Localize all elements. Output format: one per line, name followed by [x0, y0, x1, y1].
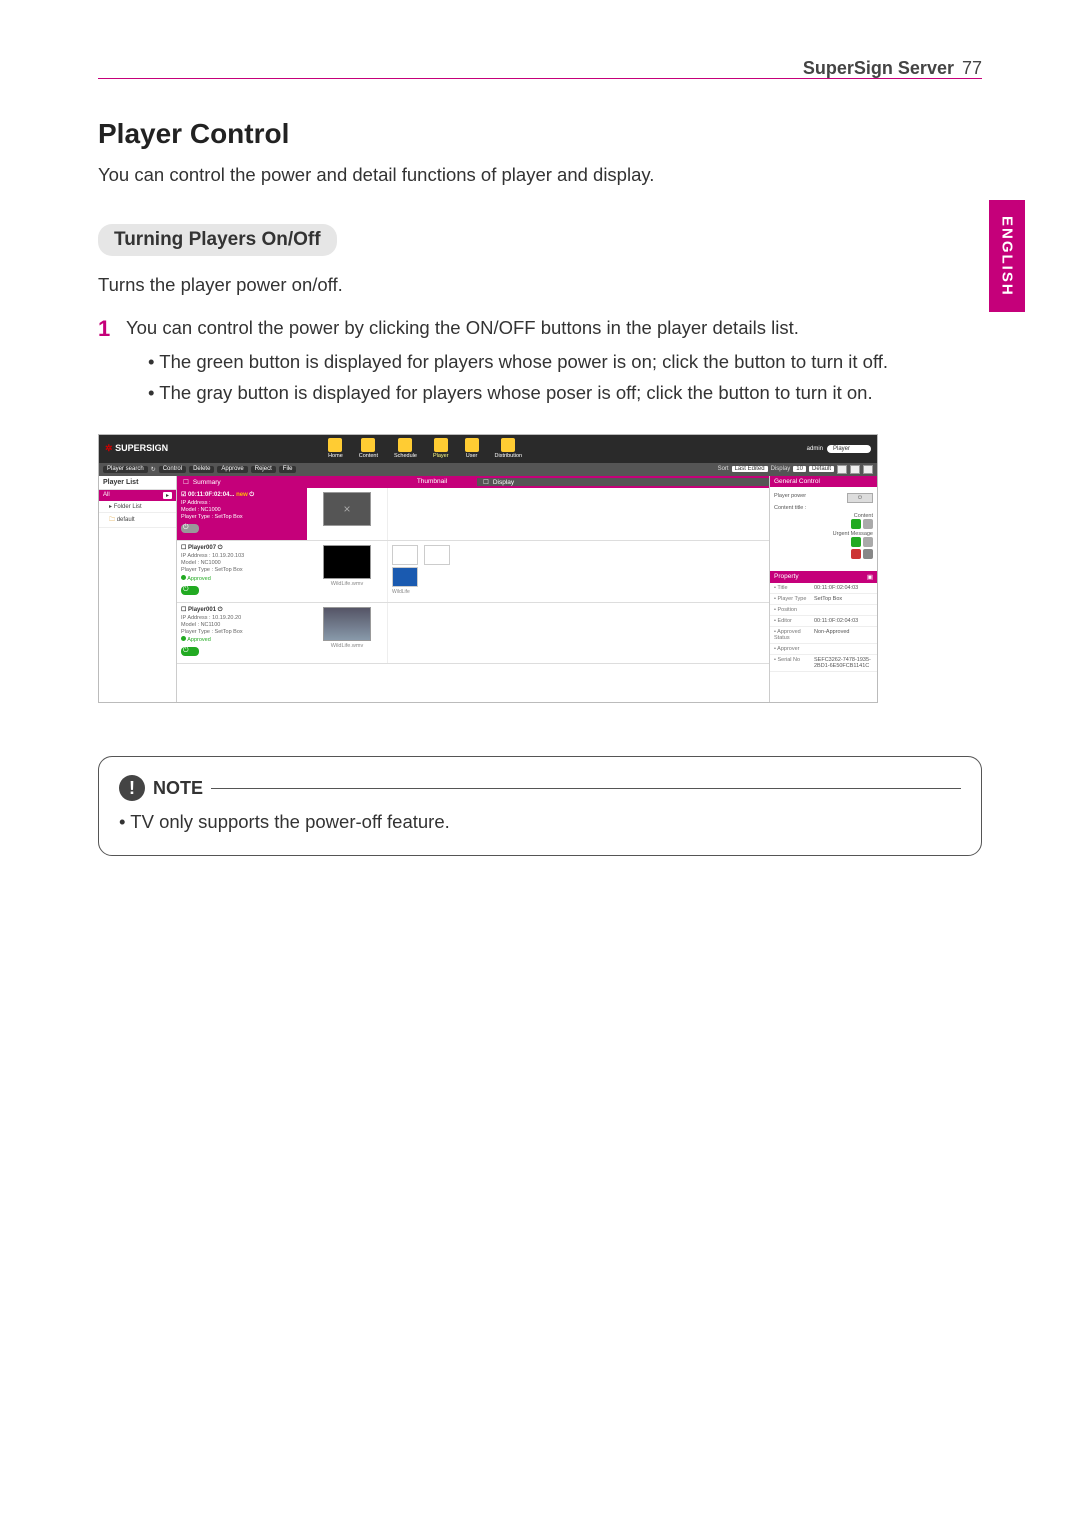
player-power-toggle[interactable]: ⏻ — [847, 493, 873, 503]
step-text: You can control the power by clicking th… — [126, 316, 982, 342]
nav-distribution[interactable]: Distribution — [495, 438, 523, 459]
file-button[interactable]: File — [279, 466, 297, 473]
user-icon — [465, 438, 479, 452]
control-button[interactable]: Control — [159, 466, 186, 473]
thumbnail-image — [323, 607, 371, 641]
note-label: NOTE — [153, 778, 203, 799]
property-head: Property▣ — [770, 571, 877, 583]
nav-user[interactable]: User — [465, 438, 479, 459]
nav-schedule[interactable]: Schedule — [394, 438, 417, 459]
step-number: 1 — [98, 316, 126, 342]
language-tab: ENGLISH — [989, 200, 1025, 312]
intro-text: You can control the power and detail fun… — [98, 164, 982, 186]
app-header: ✲ SUPERSIGN Home Content Schedule Player… — [99, 435, 877, 463]
sidebar-all[interactable]: All▸ — [99, 490, 176, 501]
player-list-sidebar: Player List All▸ ▸ Folder List 🗀 default — [99, 476, 177, 703]
note-box: ! NOTE • TV only supports the power-off … — [98, 756, 982, 856]
power-toggle[interactable] — [181, 647, 199, 656]
section-subtext: Turns the player power on/off. — [98, 274, 982, 296]
nav-player[interactable]: Player — [433, 438, 449, 459]
sidebar-default-folder[interactable]: 🗀 default — [99, 513, 176, 528]
display-thumb-active — [392, 567, 418, 587]
sort-label: Sort — [718, 466, 729, 472]
search-scope[interactable]: Player — [827, 445, 871, 453]
delete-button[interactable]: Delete — [189, 466, 214, 473]
schedule-icon — [398, 438, 412, 452]
reject-button[interactable]: Reject — [251, 466, 276, 473]
player-row[interactable]: ☐ Player007 ⏻ IP Address : 10.19.20.103 … — [177, 541, 769, 603]
col-summary: Summary — [193, 479, 221, 486]
step-row: 1 You can control the power by clicking … — [98, 316, 982, 342]
app-screenshot: ✲ SUPERSIGN Home Content Schedule Player… — [98, 434, 878, 703]
distribution-icon — [501, 438, 515, 452]
content-off-icon[interactable] — [863, 519, 873, 529]
player-row[interactable]: ☐ Player001 ⏻ IP Address : 10.19.20.20 M… — [177, 603, 769, 665]
power-toggle[interactable] — [181, 586, 199, 595]
approve-button[interactable]: Approve — [217, 466, 247, 473]
folder-icon: 🗀 — [109, 517, 115, 523]
view-grid-icon[interactable] — [863, 465, 873, 474]
header-rule — [98, 78, 982, 79]
display-count[interactable]: 10 — [793, 466, 806, 472]
urgent-off-icon[interactable] — [863, 537, 873, 547]
app-logo: ✲ SUPERSIGN — [105, 443, 168, 454]
nav-content[interactable]: Content — [359, 438, 378, 459]
bullet-item: The green button is displayed for player… — [148, 350, 982, 375]
content-icon — [361, 438, 375, 452]
col-display: Display — [493, 479, 514, 486]
column-headers: ☐Summary Thumbnail ☐Display — [177, 476, 769, 488]
display-thumb — [392, 545, 418, 565]
urgent-on-icon[interactable] — [851, 537, 861, 547]
bullet-list: The green button is displayed for player… — [148, 350, 982, 406]
note-rule — [211, 788, 961, 789]
player-row[interactable]: ☑ 00:11:0F:02:04... new ⏻ IP Address : M… — [177, 488, 769, 541]
sort-select[interactable]: Last Edited — [732, 466, 768, 472]
thumbnail-image — [323, 545, 371, 579]
page-header: SuperSign Server 77 — [803, 58, 982, 79]
col-thumbnail: Thumbnail — [387, 478, 477, 485]
nav-home[interactable]: Home — [328, 438, 343, 459]
expand-icon[interactable]: ▸ — [163, 492, 172, 499]
refresh-icon[interactable]: ↻ — [151, 466, 156, 473]
admin-label: admin — [807, 446, 823, 452]
player-icon — [434, 438, 448, 452]
right-panel: General Control Player power⏻ Content ti… — [769, 476, 877, 703]
power-toggle[interactable] — [181, 524, 199, 533]
content-on-icon[interactable] — [851, 519, 861, 529]
view-detail-icon[interactable] — [850, 465, 860, 474]
main-nav: Home Content Schedule Player User Distri… — [328, 438, 522, 459]
bullet-item: The gray button is displayed for players… — [148, 381, 982, 406]
view-list-icon[interactable] — [837, 465, 847, 474]
section-heading: Turning Players On/Off — [98, 224, 337, 256]
action-icon[interactable] — [851, 549, 861, 559]
player-search[interactable]: Player search — [103, 466, 148, 473]
player-list-title: Player List — [99, 476, 176, 490]
thumbnail-placeholder — [323, 492, 371, 526]
general-control-head: General Control — [770, 476, 877, 487]
header-label: SuperSign Server — [803, 58, 954, 79]
home-icon — [328, 438, 342, 452]
page-number: 77 — [962, 58, 982, 79]
page-title: Player Control — [98, 118, 982, 150]
default-select[interactable]: Default — [809, 466, 834, 472]
display-label: Display — [771, 466, 791, 472]
expand-property-icon[interactable]: ▣ — [867, 573, 873, 581]
toolbar: Player search ↻ Control Delete Approve R… — [99, 463, 877, 476]
action-icon[interactable] — [863, 549, 873, 559]
note-text: • TV only supports the power-off feature… — [119, 811, 961, 833]
display-thumb — [424, 545, 450, 565]
note-icon: ! — [119, 775, 145, 801]
player-main: ☐Summary Thumbnail ☐Display ☑ 00:11:0F:0… — [177, 476, 769, 703]
sidebar-folder-list: ▸ Folder List — [99, 501, 176, 513]
header-right: admin Player — [807, 445, 871, 453]
